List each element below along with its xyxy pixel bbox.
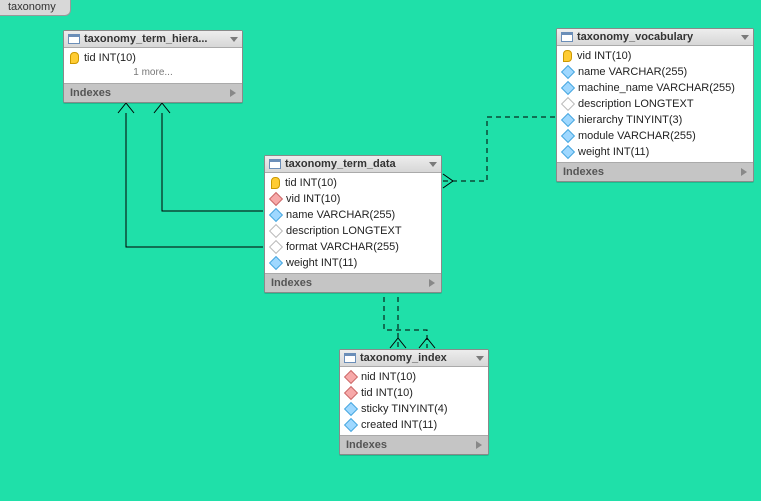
expand-right-icon (429, 279, 435, 287)
key-icon (269, 256, 283, 270)
key-icon (561, 97, 575, 111)
indexes-section[interactable]: Indexes (265, 273, 441, 292)
table-taxonomy-term-data[interactable]: taxonomy_term_data tid INT(10) vid INT(1… (264, 155, 442, 293)
table-icon (68, 34, 80, 44)
column-text: description LONGTEXT (286, 225, 402, 237)
column-text: tid INT(10) (361, 387, 413, 399)
expand-right-icon (476, 441, 482, 449)
table-taxonomy-term-hierarchy[interactable]: taxonomy_term_hiera... tid INT(10) 1 mor… (63, 30, 243, 103)
column-text: description LONGTEXT (578, 98, 694, 110)
column-row[interactable]: format VARCHAR(255) (265, 239, 441, 255)
table-title: taxonomy_term_data (285, 158, 425, 170)
column-row[interactable]: nid INT(10) (340, 369, 488, 385)
table-header[interactable]: taxonomy_term_data (265, 156, 441, 173)
column-row[interactable]: created INT(11) (340, 417, 488, 433)
key-icon (561, 145, 575, 159)
table-header[interactable]: taxonomy_index (340, 350, 488, 367)
column-list: vid INT(10) name VARCHAR(255) machine_na… (557, 46, 753, 162)
column-row[interactable]: sticky TINYINT(4) (340, 401, 488, 417)
column-text: sticky TINYINT(4) (361, 403, 448, 415)
column-text: created INT(11) (361, 419, 437, 431)
column-row[interactable]: vid INT(10) (557, 48, 753, 64)
column-list: tid INT(10) vid INT(10) name VARCHAR(255… (265, 173, 441, 273)
column-row[interactable]: vid INT(10) (265, 191, 441, 207)
table-taxonomy-index[interactable]: taxonomy_index nid INT(10) tid INT(10) s… (339, 349, 489, 455)
key-icon (561, 113, 575, 127)
table-title: taxonomy_term_hiera... (84, 33, 226, 45)
column-text: name VARCHAR(255) (578, 66, 687, 78)
key-icon (269, 240, 283, 254)
column-row[interactable]: description LONGTEXT (265, 223, 441, 239)
expand-right-icon (741, 168, 747, 176)
column-text: weight INT(11) (578, 146, 649, 158)
canvas-tab-label: taxonomy (8, 1, 56, 13)
key-icon (563, 50, 572, 62)
column-row[interactable]: weight INT(11) (265, 255, 441, 271)
table-icon (561, 32, 573, 42)
chevron-down-icon[interactable] (429, 162, 437, 167)
canvas-tab[interactable]: taxonomy (0, 0, 71, 16)
key-icon (344, 418, 358, 432)
column-text: weight INT(11) (286, 257, 357, 269)
chevron-down-icon[interactable] (230, 37, 238, 42)
expand-right-icon (230, 89, 236, 97)
column-text: vid INT(10) (577, 50, 631, 62)
column-text: module VARCHAR(255) (578, 130, 696, 142)
column-row[interactable]: name VARCHAR(255) (557, 64, 753, 80)
key-icon (344, 386, 358, 400)
indexes-section[interactable]: Indexes (557, 162, 753, 181)
key-icon (269, 208, 283, 222)
column-row[interactable]: module VARCHAR(255) (557, 128, 753, 144)
column-row[interactable]: machine_name VARCHAR(255) (557, 80, 753, 96)
column-row[interactable]: tid INT(10) (265, 175, 441, 191)
column-row[interactable]: tid INT(10) (64, 50, 242, 66)
key-icon (344, 402, 358, 416)
column-text: format VARCHAR(255) (286, 241, 399, 253)
key-icon (344, 370, 358, 384)
chevron-down-icon[interactable] (741, 35, 749, 40)
table-icon (269, 159, 281, 169)
column-row[interactable]: weight INT(11) (557, 144, 753, 160)
key-icon (561, 81, 575, 95)
indexes-section[interactable]: Indexes (64, 83, 242, 102)
key-icon (70, 52, 79, 64)
key-icon (269, 224, 283, 238)
table-icon (344, 353, 356, 363)
column-text: hierarchy TINYINT(3) (578, 114, 682, 126)
key-icon (269, 192, 283, 206)
column-text: nid INT(10) (361, 371, 416, 383)
column-text: tid INT(10) (285, 177, 337, 189)
chevron-down-icon[interactable] (476, 356, 484, 361)
column-text: name VARCHAR(255) (286, 209, 395, 221)
column-row[interactable]: description LONGTEXT (557, 96, 753, 112)
column-text: vid INT(10) (286, 193, 340, 205)
column-text: tid INT(10) (84, 52, 136, 64)
indexes-label: Indexes (70, 87, 111, 99)
table-header[interactable]: taxonomy_term_hiera... (64, 31, 242, 48)
more-columns-row[interactable]: 1 more... (64, 66, 242, 81)
column-list: tid INT(10) 1 more... (64, 48, 242, 83)
indexes-label: Indexes (346, 439, 387, 451)
table-header[interactable]: taxonomy_vocabulary (557, 29, 753, 46)
key-icon (561, 65, 575, 79)
table-taxonomy-vocabulary[interactable]: taxonomy_vocabulary vid INT(10) name VAR… (556, 28, 754, 182)
column-row[interactable]: tid INT(10) (340, 385, 488, 401)
indexes-label: Indexes (271, 277, 312, 289)
key-icon (561, 129, 575, 143)
column-text: machine_name VARCHAR(255) (578, 82, 735, 94)
column-row[interactable]: name VARCHAR(255) (265, 207, 441, 223)
table-title: taxonomy_index (360, 352, 472, 364)
column-row[interactable]: hierarchy TINYINT(3) (557, 112, 753, 128)
indexes-section[interactable]: Indexes (340, 435, 488, 454)
column-list: nid INT(10) tid INT(10) sticky TINYINT(4… (340, 367, 488, 435)
indexes-label: Indexes (563, 166, 604, 178)
key-icon (271, 177, 280, 189)
table-title: taxonomy_vocabulary (577, 31, 737, 43)
